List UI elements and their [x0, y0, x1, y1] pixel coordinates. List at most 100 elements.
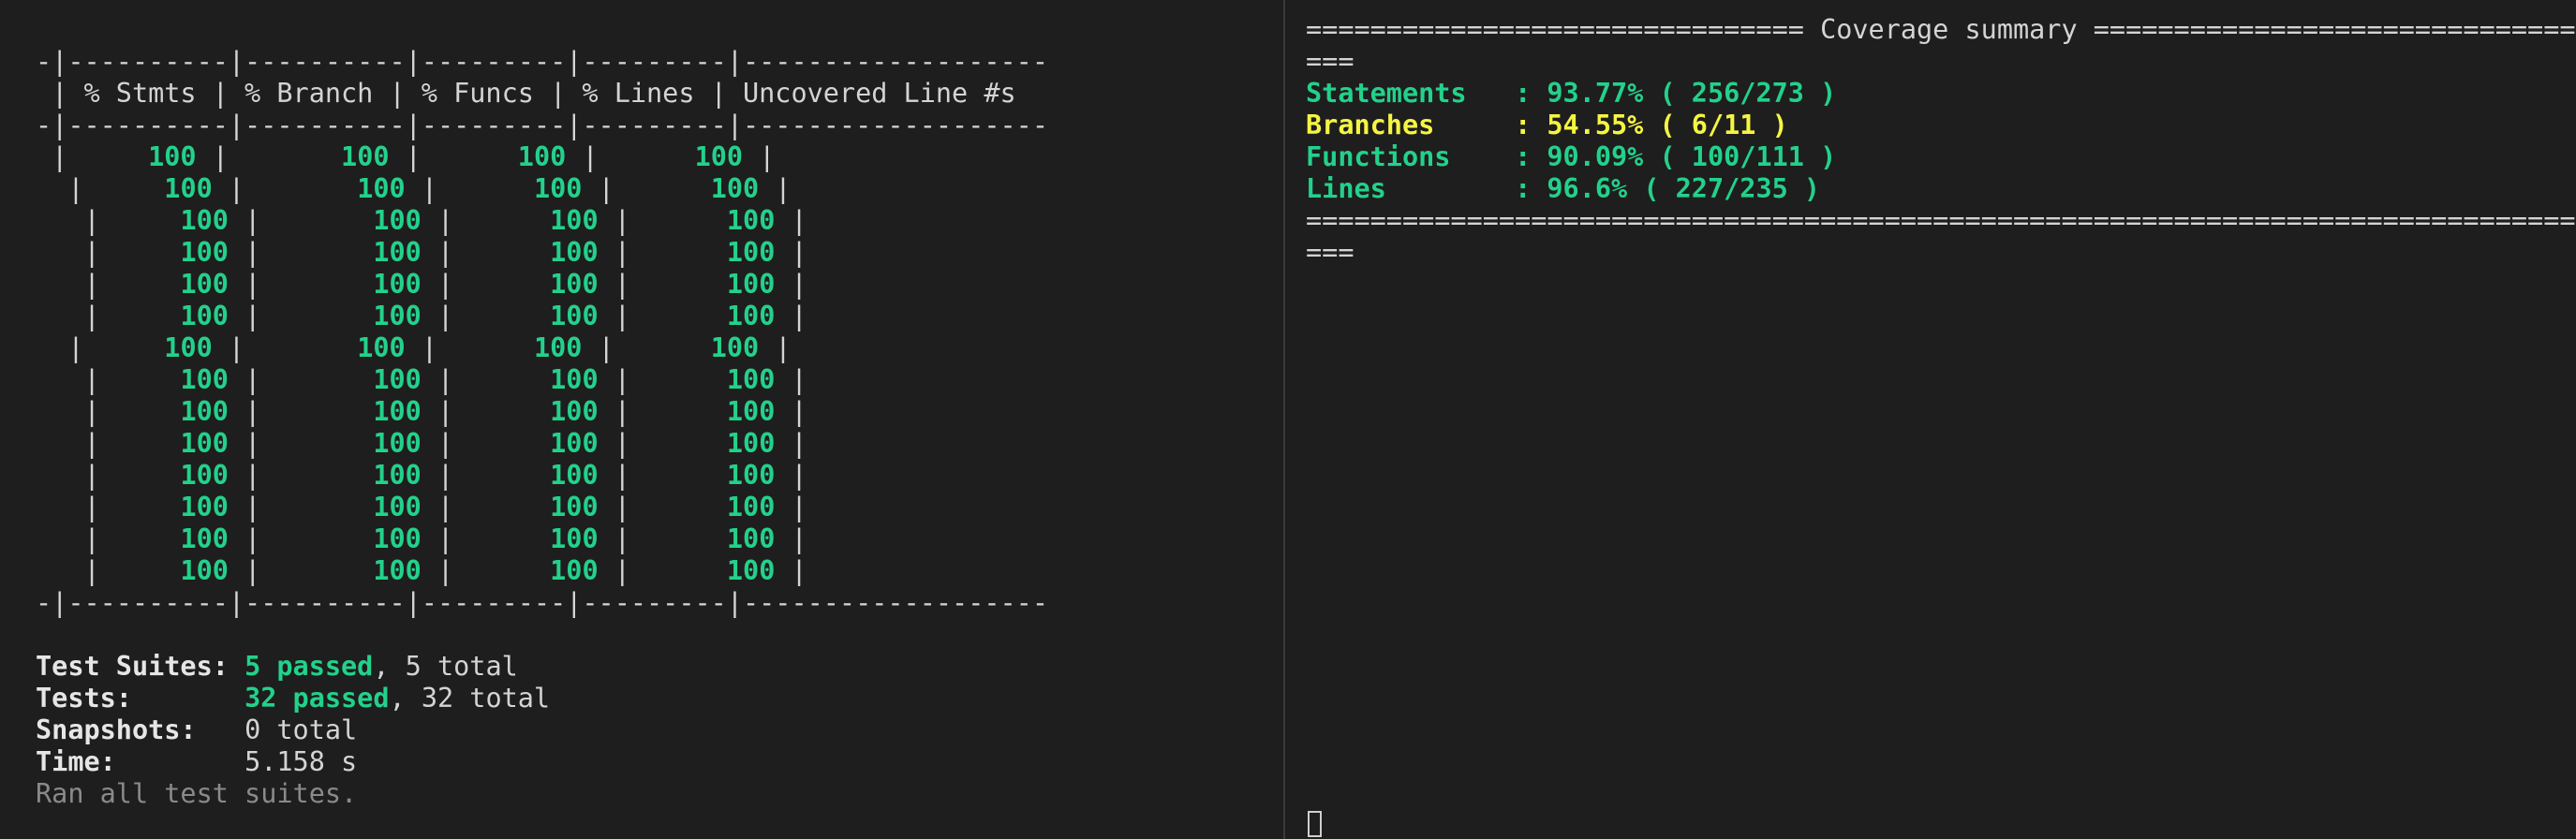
table-row-prefix: | — [36, 141, 149, 172]
table-row-prefix: | — [36, 428, 181, 459]
table-cell-separator: | — [228, 523, 374, 554]
time-line: Time: 5.158 s — [36, 746, 1048, 778]
table-cell-separator: | — [775, 396, 807, 427]
table-cell-separator: | — [421, 428, 551, 459]
table-cell-separator: | — [598, 269, 727, 300]
table-cell-separator: | — [598, 460, 727, 491]
table-cell-separator: | — [775, 555, 807, 586]
table-cell-value: 100 — [180, 555, 229, 586]
table-cell-value: 100 — [180, 269, 229, 300]
coverage-summary-footer: ========================================… — [1306, 205, 2576, 236]
test-suites-passed: 5 passed — [244, 651, 374, 682]
coverage-summary-header-wrap: === — [1306, 46, 1355, 77]
table-cell-separator: | — [196, 141, 342, 172]
table-cell-separator: | — [598, 523, 727, 554]
table-cell-separator: | — [743, 141, 776, 172]
table-cell-separator: | — [775, 364, 807, 395]
table-cell-separator: | — [212, 332, 358, 363]
statements-value: : 93.77% ( 256/273 ) — [1515, 78, 1837, 109]
table-cell-value: 100 — [180, 364, 229, 395]
table-cell-separator: | — [775, 492, 807, 523]
table-cell-value: 100 — [550, 205, 599, 236]
table-cell-value: 100 — [373, 428, 422, 459]
table-cell-value: 100 — [357, 332, 406, 363]
coverage-summary-footer-wrap: === — [1306, 237, 1355, 268]
table-cell-value: 100 — [373, 396, 422, 427]
tests-label: Tests: — [36, 683, 132, 714]
table-cell-value: 100 — [533, 173, 583, 204]
table-cell-separator: | — [775, 301, 807, 331]
table-cell-value: 100 — [180, 396, 229, 427]
table-cell-separator: | — [775, 269, 807, 300]
table-row-prefix: | — [36, 332, 165, 363]
table-cell-separator: | — [421, 492, 551, 523]
table-row-prefix: | — [36, 460, 181, 491]
table-cell-value: 100 — [726, 364, 776, 395]
table-cell-value: 100 — [550, 301, 599, 331]
table-cell-separator: | — [598, 237, 727, 268]
test-suites-total: , 5 total — [373, 651, 518, 682]
table-cell-value: 100 — [550, 428, 599, 459]
table-row: | 100 | 100 | 100 | 100 | — [36, 269, 1048, 301]
table-cell-value: 100 — [517, 141, 567, 172]
table-cell-value: 100 — [550, 523, 599, 554]
table-cell-value: 100 — [726, 237, 776, 268]
ran-all-message: Ran all test suites. — [36, 778, 358, 809]
table-cell-value: 100 — [550, 555, 599, 586]
table-cell-value: 100 — [550, 460, 599, 491]
tests-total: , 32 total — [389, 683, 551, 714]
table-cell-value: 100 — [726, 428, 776, 459]
table-cell-separator: | — [421, 301, 551, 331]
table-row-prefix: | — [36, 492, 181, 523]
table-cell-separator: | — [228, 428, 374, 459]
table-cell-value: 100 — [373, 205, 422, 236]
table-row-prefix: | — [36, 523, 181, 554]
table-row: | 100 | 100 | 100 | 100 | — [36, 141, 1048, 173]
coverage-table-rows: | 100 | 100 | 100 | 100 | | 100 | 100 | … — [36, 141, 1048, 587]
table-cell-separator: | — [775, 237, 807, 268]
table-row: | 100 | 100 | 100 | 100 | — [36, 428, 1048, 460]
coverage-summary-header: =============================== Coverage… — [1306, 14, 2576, 45]
functions-label: Functions — [1306, 141, 1516, 172]
table-cell-separator: | — [598, 301, 727, 331]
table-cell-value: 100 — [550, 492, 599, 523]
table-cell-separator: | — [582, 173, 711, 204]
table-cell-separator: | — [228, 460, 374, 491]
table-cell-separator: | — [228, 364, 374, 395]
table-cell-value: 100 — [373, 492, 422, 523]
table-cell-value: 100 — [180, 523, 229, 554]
table-separator-header: -|----------|----------|---------|------… — [36, 110, 1048, 140]
table-cell-separator: | — [598, 428, 727, 459]
table-cell-value: 100 — [373, 269, 422, 300]
table-row-prefix: | — [36, 555, 181, 586]
table-row-prefix: | — [36, 237, 181, 268]
table-cell-separator: | — [598, 396, 727, 427]
table-cell-value: 100 — [373, 555, 422, 586]
right-terminal-pane[interactable]: =============================== Coverage… — [1285, 0, 2576, 839]
statements-label: Statements — [1306, 78, 1516, 109]
table-cell-separator: | — [421, 555, 551, 586]
table-row: | 100 | 100 | 100 | 100 | — [36, 237, 1048, 269]
table-cell-value: 100 — [726, 460, 776, 491]
table-row: | 100 | 100 | 100 | 100 | — [36, 555, 1048, 587]
table-row: | 100 | 100 | 100 | 100 | — [36, 460, 1048, 492]
left-terminal-pane[interactable]: -|----------|----------|---------|------… — [0, 0, 1283, 839]
statements-line: Statements : 93.77% ( 256/273 ) — [1306, 78, 2576, 110]
table-cell-value: 100 — [726, 555, 776, 586]
table-cell-separator: | — [389, 141, 518, 172]
table-cell-value: 100 — [341, 141, 390, 172]
table-cell-separator: | — [598, 205, 727, 236]
table-separator-bottom: -|----------|----------|---------|------… — [36, 587, 1048, 618]
lines-label: Lines — [1306, 173, 1516, 204]
table-cell-value: 100 — [550, 364, 599, 395]
table-cell-separator: | — [582, 332, 711, 363]
lines-value: : 96.6% ( 227/235 ) — [1515, 173, 1821, 204]
table-cell-value: 100 — [694, 141, 744, 172]
table-cell-value: 100 — [373, 523, 422, 554]
table-cell-separator: | — [759, 173, 792, 204]
table-row-prefix: | — [36, 364, 181, 395]
table-header: | % Stmts | % Branch | % Funcs | % Lines… — [36, 78, 1016, 109]
table-cell-separator: | — [228, 205, 374, 236]
table-cell-value: 100 — [180, 301, 229, 331]
